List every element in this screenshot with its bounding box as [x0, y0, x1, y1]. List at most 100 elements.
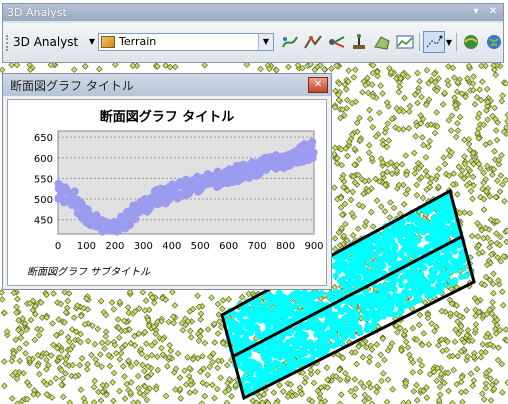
selected-point — [385, 310, 393, 317]
chevron-down-icon[interactable]: ▼ — [258, 34, 273, 50]
selected-point — [226, 319, 233, 326]
selected-point — [245, 382, 252, 389]
data-point — [131, 215, 140, 224]
steepest-path-icon[interactable] — [302, 31, 324, 53]
selected-point — [383, 283, 390, 290]
selected-point — [366, 259, 374, 267]
x-tick-label: 700 — [248, 241, 267, 252]
selected-point — [377, 241, 385, 248]
selected-point — [333, 334, 341, 341]
profile-window-titlebar[interactable]: 断面図グラフ タイトル ✕ — [3, 74, 331, 96]
toolbar-options-icon[interactable]: ▾ — [469, 5, 483, 19]
selected-point — [272, 296, 279, 304]
selected-point — [360, 253, 367, 261]
selected-point — [356, 278, 363, 286]
selected-point — [351, 301, 358, 308]
toolbar-close-icon[interactable]: ✕ — [486, 5, 500, 19]
selected-point — [429, 268, 436, 275]
data-point — [185, 185, 194, 194]
toolbar-grip[interactable] — [6, 35, 11, 51]
selected-point — [443, 254, 450, 261]
selected-point — [329, 328, 337, 336]
x-tick-label: 500 — [191, 241, 210, 252]
selected-point — [237, 323, 244, 331]
selected-point — [244, 369, 252, 376]
terrain-layer-icon — [101, 36, 115, 48]
selected-point — [437, 287, 445, 294]
close-button[interactable]: ✕ — [308, 77, 328, 93]
selected-point — [286, 302, 293, 310]
selected-point — [270, 362, 277, 369]
selected-point — [343, 328, 351, 335]
data-point — [70, 187, 79, 196]
interpolate-line-icon[interactable] — [279, 31, 301, 53]
profile-graph-window: 断面図グラフ タイトル ✕ 断面図グラフ タイトル 450 500 550 600 65… — [2, 73, 332, 290]
selected-point — [389, 284, 396, 291]
arcscene-icon[interactable] — [460, 31, 482, 53]
selected-point — [300, 358, 308, 366]
y-tick-label: 650 — [34, 133, 53, 144]
selected-point — [279, 343, 286, 350]
profile-graph-body: 断面図グラフ タイトル 450 500 550 600 650 0 100 200 300 40… — [7, 99, 327, 286]
selected-point — [386, 234, 393, 242]
x-tick-label: 100 — [77, 241, 96, 252]
selected-point — [384, 293, 392, 300]
toolbar-row: 3D Analyst ▼ Terrain ▼ ▼ — [3, 23, 503, 61]
selected-point — [349, 268, 357, 276]
selected-point — [287, 363, 295, 371]
x-tick-labels: 0 100 200 300 400 500 600 700 800 900 — [55, 241, 324, 252]
selected-point — [427, 203, 434, 211]
selected-point — [398, 304, 405, 311]
selected-point — [448, 213, 455, 220]
profile-chart: 断面図グラフ タイトル 450 500 550 600 650 0 100 200 300 40… — [27, 109, 324, 278]
toolbar-separator — [456, 33, 457, 51]
data-point — [60, 196, 69, 205]
interpolate-point-icon[interactable] — [348, 31, 370, 53]
arcglobe-icon[interactable] — [483, 31, 505, 53]
selected-point — [365, 237, 373, 245]
toolbar-titlebar[interactable]: 3D Analyst ▾ ✕ — [3, 4, 503, 21]
line-of-sight-icon[interactable] — [325, 31, 347, 53]
line-tool-icon[interactable] — [423, 31, 445, 53]
selected-point — [387, 249, 395, 257]
selected-point — [441, 230, 448, 238]
selected-point — [441, 212, 449, 219]
selected-point — [357, 293, 365, 301]
selected-point — [338, 325, 345, 332]
x-tick-label: 900 — [304, 241, 323, 252]
selected-point — [364, 294, 371, 301]
selected-point — [451, 277, 459, 284]
selected-point — [268, 339, 276, 346]
selected-point — [412, 225, 419, 233]
interpolate-polygon-icon[interactable] — [371, 31, 393, 53]
data-point — [54, 179, 63, 188]
selected-point — [336, 290, 344, 297]
layer-select[interactable]: Terrain ▼ — [98, 33, 274, 51]
3d-analyst-menu[interactable]: 3D Analyst ▼ — [13, 33, 95, 51]
chevron-down-icon[interactable]: ▼ — [444, 31, 454, 53]
selected-point — [433, 214, 440, 221]
selected-point — [330, 342, 337, 349]
selected-point — [440, 224, 448, 232]
selected-point — [415, 216, 422, 223]
selected-point — [290, 316, 298, 323]
data-point — [88, 219, 97, 228]
chart-subtitle: 断面図グラフ サブタイトル — [27, 266, 151, 278]
selected-point — [404, 272, 412, 279]
selected-point — [276, 306, 284, 313]
selected-point — [321, 336, 328, 344]
selected-point — [363, 326, 371, 333]
selected-point — [368, 243, 375, 251]
selected-point — [405, 301, 413, 309]
layer-select-value: Terrain — [119, 35, 157, 48]
data-point — [305, 140, 314, 149]
selected-point — [345, 273, 352, 281]
y-tick-label: 450 — [34, 216, 53, 227]
selected-point — [396, 234, 404, 241]
selected-point — [271, 352, 279, 359]
selected-point — [369, 307, 376, 314]
y-tick-label: 600 — [34, 154, 53, 165]
selected-point — [328, 313, 335, 320]
profile-graph-icon[interactable] — [394, 31, 416, 53]
selected-point — [252, 365, 259, 373]
